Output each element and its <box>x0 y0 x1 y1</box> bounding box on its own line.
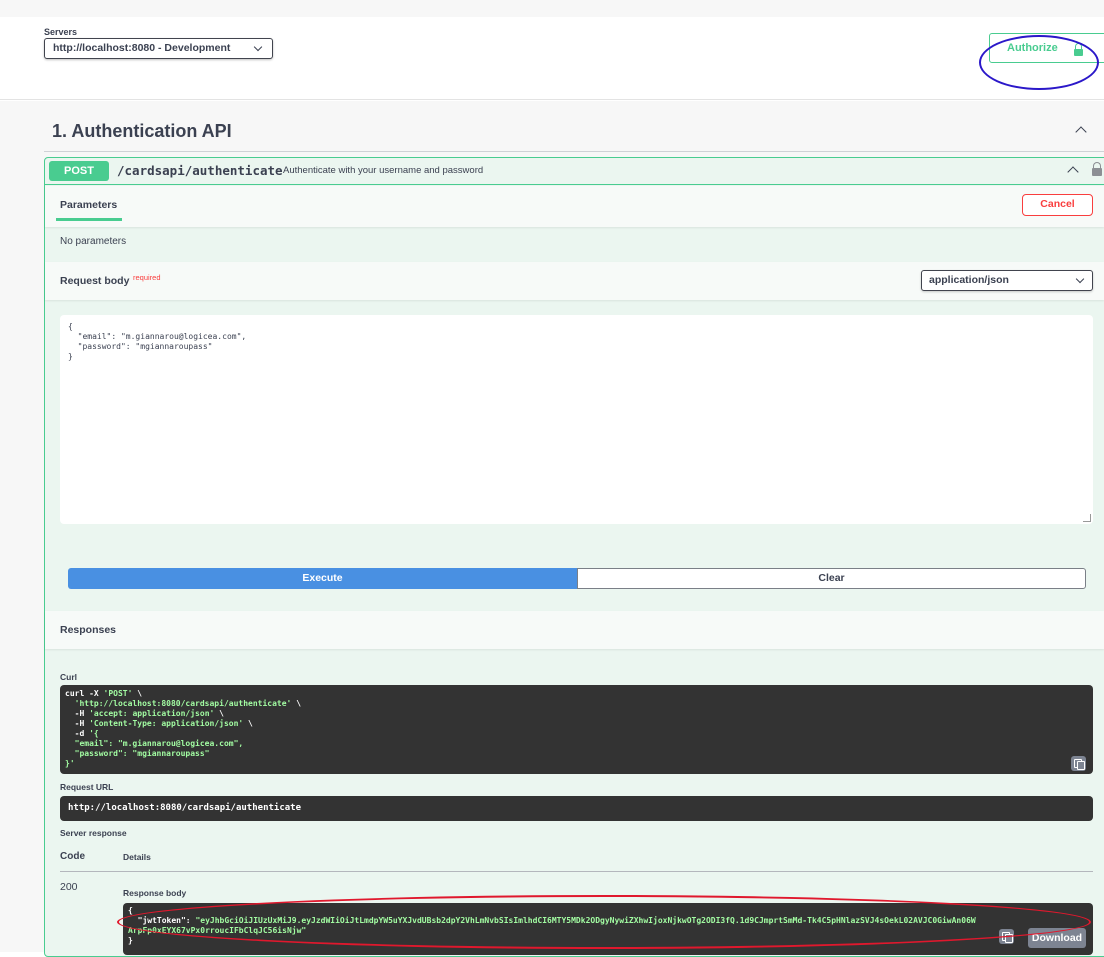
request-url-label: Request URL <box>60 782 114 792</box>
request-body-label: Request body <box>60 275 130 287</box>
curl-command: curl -X <box>65 689 104 698</box>
top-strip <box>0 0 1104 17</box>
curl-continuation: \ <box>214 709 224 718</box>
curl-header-content-type: 'Content-Type: application/json' <box>89 719 244 728</box>
operation-path: /cardsapi/authenticate <box>117 163 283 178</box>
curl-label: Curl <box>60 672 77 682</box>
lock-icon[interactable] <box>1092 162 1102 176</box>
execute-button[interactable]: Execute <box>68 568 577 589</box>
no-parameters-text: No parameters <box>60 236 127 247</box>
content-type-select[interactable]: application/json <box>921 270 1093 291</box>
tab-underline <box>56 218 122 221</box>
curl-block: curl -X 'POST' \ 'http://localhost:8080/… <box>60 685 1093 774</box>
copy-icon[interactable] <box>1071 756 1086 771</box>
tab-parameters[interactable]: Parameters <box>60 199 117 211</box>
cancel-button[interactable]: Cancel <box>1022 194 1093 216</box>
curl-header-accept: 'accept: application/json' <box>89 709 215 718</box>
code-column-header: Code <box>60 851 85 862</box>
tag-divider <box>44 151 1104 152</box>
servers-label: Servers <box>44 27 78 37</box>
servers-select-value: http://localhost:8080 - Development <box>53 42 231 54</box>
response-body-label: Response body <box>123 888 187 898</box>
method-badge: POST <box>49 161 109 181</box>
parameters-header <box>45 186 1104 227</box>
clear-button[interactable]: Clear <box>577 568 1086 589</box>
curl-method: 'POST' <box>103 689 133 698</box>
curl-data: '{ "email": "m.giannarou@logicea.com", "… <box>65 729 244 768</box>
json-brace: { <box>128 906 133 915</box>
request-url-value: http://localhost:8080/cardsapi/authentic… <box>60 796 1093 821</box>
servers-select[interactable]: http://localhost:8080 - Development <box>44 38 273 59</box>
request-body-editor[interactable]: { "email": "m.giannarou@logicea.com", "p… <box>60 315 1093 524</box>
required-marker: required <box>133 273 161 282</box>
annotation-blue-oval <box>979 35 1099 90</box>
chevron-down-icon <box>253 42 263 52</box>
curl-continuation: \ <box>243 719 253 728</box>
chevron-down-icon <box>1075 274 1085 284</box>
curl-flag: -H <box>65 719 90 728</box>
curl-url: 'http://localhost:8080/cardsapi/authenti… <box>65 699 292 708</box>
details-column-header: Details <box>123 852 151 862</box>
annotation-red-oval <box>117 895 1091 949</box>
operation-description: Authenticate with your username and pass… <box>283 165 484 176</box>
curl-continuation: \ <box>132 689 143 698</box>
resize-handle[interactable] <box>1083 514 1091 522</box>
curl-flag: -d <box>65 729 90 738</box>
content-type-value: application/json <box>929 274 1009 286</box>
server-response-label: Server response <box>60 828 127 838</box>
response-code: 200 <box>60 881 78 893</box>
responses-header <box>45 611 1104 649</box>
table-divider <box>60 871 1093 872</box>
curl-continuation: \ <box>291 699 302 708</box>
curl-flag: -H <box>65 709 90 718</box>
tag-title[interactable]: 1. Authentication API <box>52 121 232 142</box>
json-brace: } <box>128 936 133 945</box>
responses-heading: Responses <box>60 624 117 636</box>
